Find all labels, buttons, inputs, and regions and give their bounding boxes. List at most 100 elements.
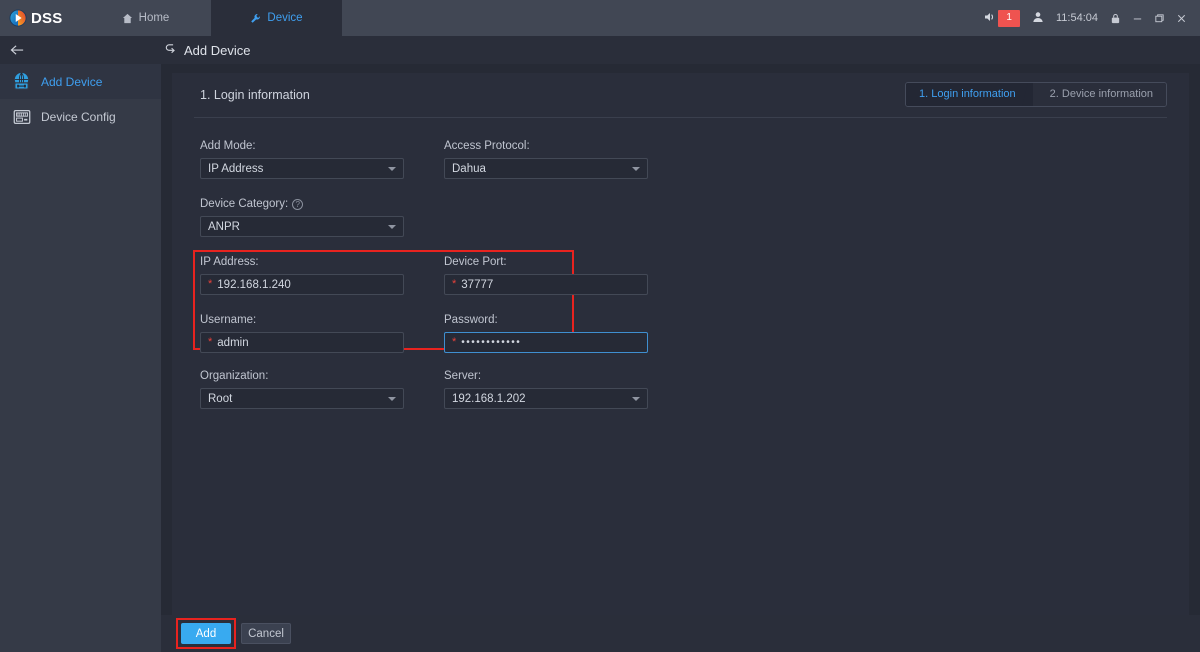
- home-icon: [122, 13, 133, 24]
- back-arrow-icon[interactable]: [0, 36, 35, 64]
- alarm-count-badge: 1: [998, 9, 1020, 27]
- device-config-icon: [11, 106, 32, 127]
- top-bar: DSS Home Device 1 11:54:04: [0, 0, 1200, 36]
- field-device-port: Device Port: * 37777: [444, 256, 648, 295]
- chevron-down-icon: [388, 396, 396, 401]
- step-login-information[interactable]: 1. Login information: [906, 83, 1033, 106]
- alarm-indicator[interactable]: 1: [977, 0, 1026, 36]
- brand-logo: DSS: [0, 0, 80, 36]
- tab-device-label: Device: [267, 12, 303, 24]
- access-protocol-label: Access Protocol:: [444, 140, 530, 152]
- organization-value: Root: [208, 392, 233, 405]
- field-add-mode: Add Mode: IP Address: [200, 140, 404, 179]
- step-tabs: 1. Login information 2. Device informati…: [905, 82, 1167, 107]
- footer-bar: Add Cancel: [161, 615, 1200, 652]
- login-information-panel: 1. Login information 1. Login informatio…: [172, 73, 1189, 624]
- field-access-protocol: Access Protocol: Dahua: [444, 140, 648, 179]
- help-circle-icon[interactable]: ?: [292, 198, 304, 210]
- form-row-username-password: Username: * admin Password: * ••••••••••…: [200, 314, 1189, 353]
- device-port-value: 37777: [461, 278, 494, 291]
- sidebar-item-label: Add Device: [41, 74, 103, 89]
- field-organization: Organization: Root: [200, 370, 404, 409]
- breadcrumb: Add Device: [164, 42, 250, 58]
- password-label: Password:: [444, 314, 498, 326]
- server-label: Server:: [444, 370, 482, 382]
- sidebar: Add Device Device Config: [0, 64, 161, 652]
- add-device-icon: [11, 71, 32, 92]
- main-content: 1. Login information 1. Login informatio…: [161, 64, 1200, 652]
- field-server: Server: 192.168.1.202: [444, 370, 648, 409]
- ip-address-value: 192.168.1.240: [217, 278, 291, 291]
- top-tabs: Home Device: [80, 0, 342, 36]
- form-row-device-category: Device Category: ? ANPR: [200, 198, 1189, 237]
- field-ip-address: IP Address: * 192.168.1.240: [200, 256, 404, 295]
- username-label: Username:: [200, 314, 257, 326]
- speaker-alarm-icon: [983, 11, 997, 26]
- organization-label: Organization:: [200, 370, 269, 382]
- sidebar-item-device-config[interactable]: Device Config: [0, 99, 161, 134]
- chevron-down-icon: [388, 166, 396, 171]
- device-category-label: Device Category: ?: [200, 198, 404, 210]
- close-icon[interactable]: [1170, 0, 1192, 36]
- ip-address-label: IP Address:: [200, 256, 259, 268]
- step-label: 2. Device information: [1049, 88, 1153, 100]
- tab-home-label: Home: [138, 12, 170, 24]
- form-row-mode-protocol: Add Mode: IP Address Access Protocol: Da…: [200, 140, 1189, 179]
- form-row-organization-server: Organization: Root Server: 192.168.1.202: [200, 370, 1189, 409]
- lock-icon[interactable]: [1104, 0, 1126, 36]
- chevron-down-icon: [632, 166, 640, 171]
- dss-play-logo-icon: [9, 9, 27, 27]
- ip-address-input[interactable]: * 192.168.1.240: [200, 274, 404, 295]
- organization-select[interactable]: Root: [200, 388, 404, 409]
- wrench-icon: [250, 13, 261, 24]
- sidebar-item-add-device[interactable]: Add Device: [0, 64, 161, 99]
- device-category-select[interactable]: ANPR: [200, 216, 404, 237]
- add-button[interactable]: Add: [181, 623, 231, 644]
- restore-icon[interactable]: [1148, 0, 1170, 36]
- tab-home[interactable]: Home: [80, 0, 211, 36]
- password-value: ••••••••••••: [461, 337, 522, 348]
- brand-name: DSS: [31, 9, 63, 27]
- chevron-down-icon: [388, 224, 396, 229]
- add-mode-select[interactable]: IP Address: [200, 158, 404, 179]
- device-port-label: Device Port:: [444, 256, 507, 268]
- add-button-wrap: Add: [176, 618, 236, 649]
- password-input[interactable]: * ••••••••••••: [444, 332, 648, 353]
- step-device-information[interactable]: 2. Device information: [1032, 83, 1166, 106]
- clock: 11:54:04: [1055, 12, 1098, 24]
- breadcrumb-bar: Add Device: [0, 36, 1200, 64]
- server-value: 192.168.1.202: [452, 392, 526, 405]
- device-port-input[interactable]: * 37777: [444, 274, 648, 295]
- access-protocol-select[interactable]: Dahua: [444, 158, 648, 179]
- credentials-group: IP Address: * 192.168.1.240 Device Port:…: [193, 250, 1189, 353]
- required-asterisk: *: [208, 336, 213, 348]
- field-password: Password: * ••••••••••••: [444, 314, 648, 353]
- required-asterisk: *: [208, 278, 213, 290]
- cancel-button[interactable]: Cancel: [241, 623, 291, 644]
- required-asterisk: *: [452, 336, 457, 348]
- device-category-label-text: Device Category:: [200, 198, 289, 210]
- chevron-down-icon: [632, 396, 640, 401]
- panel-title: 1. Login information: [200, 88, 310, 102]
- server-select[interactable]: 192.168.1.202: [444, 388, 648, 409]
- step-label: 1. Login information: [919, 88, 1016, 100]
- window-status-area: 1 11:54:04: [977, 0, 1200, 36]
- user-icon: [1032, 11, 1044, 26]
- field-device-category: Device Category: ? ANPR: [200, 198, 404, 237]
- minimize-icon[interactable]: [1126, 0, 1148, 36]
- add-mode-value: IP Address: [208, 162, 264, 175]
- tab-device[interactable]: Device: [211, 0, 342, 36]
- username-value: admin: [217, 336, 249, 349]
- field-username: Username: * admin: [200, 314, 404, 353]
- return-arrow-icon[interactable]: [164, 42, 177, 58]
- login-form: Add Mode: IP Address Access Protocol: Da…: [172, 118, 1189, 409]
- panel-header: 1. Login information 1. Login informatio…: [172, 73, 1189, 117]
- username-input[interactable]: * admin: [200, 332, 404, 353]
- page-title: Add Device: [184, 42, 251, 58]
- device-category-value: ANPR: [208, 220, 240, 233]
- required-asterisk: *: [452, 278, 457, 290]
- sidebar-item-label: Device Config: [41, 109, 116, 124]
- access-protocol-value: Dahua: [452, 162, 486, 175]
- user-menu[interactable]: [1026, 0, 1050, 36]
- add-mode-label: Add Mode:: [200, 140, 256, 152]
